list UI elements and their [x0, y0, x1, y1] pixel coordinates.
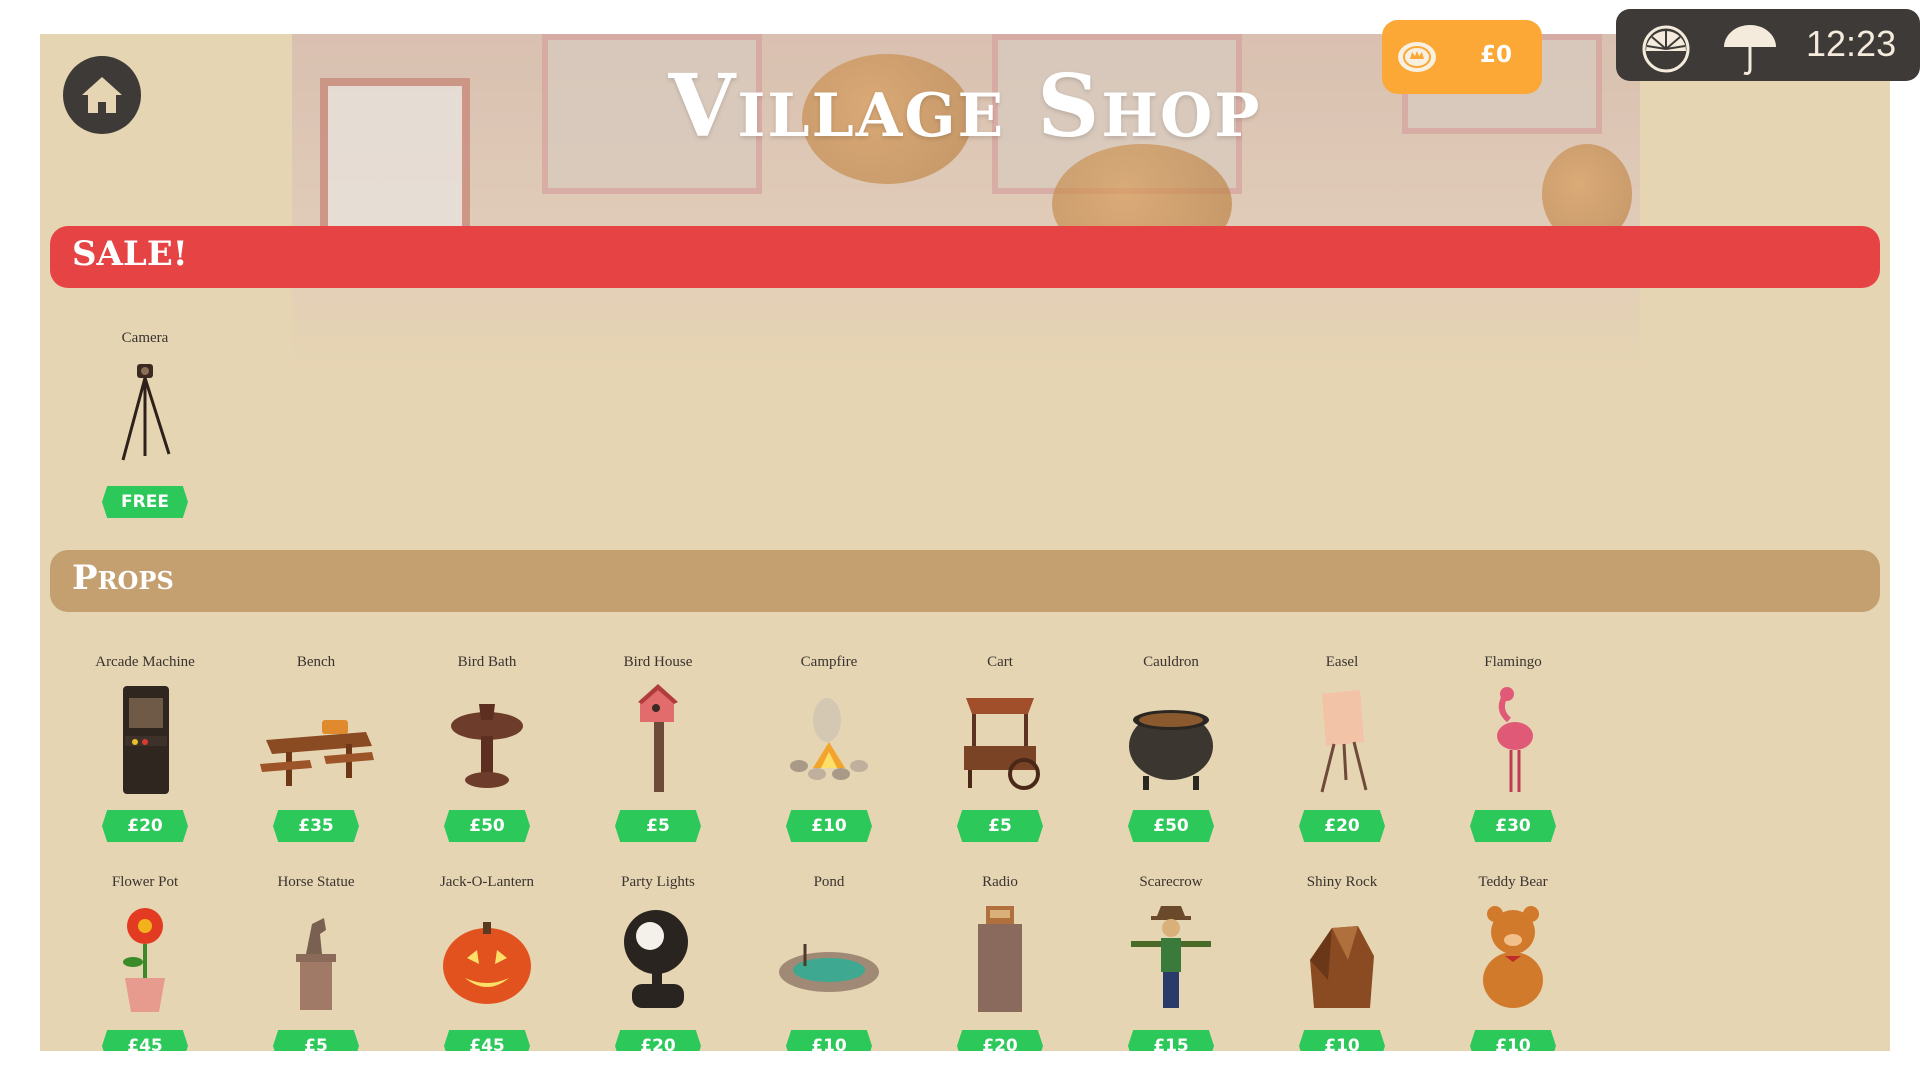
bird-bath-icon	[451, 704, 523, 788]
shop-item-cauldron[interactable]: Cauldron £50	[1096, 654, 1246, 842]
price-tag: £20	[957, 1030, 1043, 1051]
campfire-icon	[790, 698, 868, 780]
item-name: Jack-O-Lantern	[439, 874, 535, 890]
shop-item-shiny-rock[interactable]: Shiny Rock £10	[1267, 874, 1417, 1051]
price-tag: £10	[1299, 1030, 1385, 1051]
coin-balance[interactable]: £0	[1382, 20, 1542, 94]
price-tag: £5	[957, 810, 1043, 842]
price-tag: FREE	[102, 486, 188, 518]
item-name: Easel	[1325, 654, 1359, 670]
shop-item-radio[interactable]: Radio £20	[925, 874, 1075, 1051]
item-name: Scarecrow	[1139, 874, 1203, 890]
horse-statue-icon	[296, 918, 336, 1010]
props-section-label: Props	[72, 558, 174, 598]
item-name: Campfire	[800, 654, 858, 670]
shop-item-arcade-machine[interactable]: Arcade Machine £20	[70, 654, 220, 842]
shop-item-jack-o-lantern[interactable]: Jack-O-Lantern £45	[412, 874, 562, 1051]
price-tag: £15	[1128, 1030, 1214, 1051]
shop-item-campfire[interactable]: Campfire £10	[754, 654, 904, 842]
shiny-rock-icon	[1310, 926, 1374, 1008]
price-tag: £50	[1128, 810, 1214, 842]
shop-item-flamingo[interactable]: Flamingo £30	[1438, 654, 1588, 842]
item-name: Bird Bath	[457, 654, 517, 670]
clock-time: 12:23	[1806, 23, 1897, 64]
price-tag: £20	[1299, 810, 1385, 842]
pond-icon	[779, 944, 879, 992]
game-viewport: Village Shop SALE! Camera FREE Props Arc…	[40, 34, 1890, 1051]
shop-item-easel[interactable]: Easel £20	[1267, 654, 1417, 842]
item-name: Party Lights	[621, 874, 695, 890]
props-section-header: Props	[50, 550, 1880, 612]
item-name: Bird House	[623, 654, 693, 670]
jack-o-lantern-icon	[443, 922, 531, 1004]
bird-house-icon	[638, 684, 678, 792]
item-name: Shiny Rock	[1306, 874, 1378, 890]
item-name: Camera	[121, 330, 169, 346]
price-tag: £45	[102, 1030, 188, 1051]
arcade-machine-icon	[123, 686, 169, 794]
easel-icon	[1320, 690, 1368, 793]
item-name: Horse Statue	[277, 874, 355, 890]
shop-item-horse-statue[interactable]: Horse Statue £5	[241, 874, 391, 1051]
shop-item-cart[interactable]: Cart £5	[925, 654, 1075, 842]
flamingo-icon	[1497, 687, 1533, 792]
shop-item-bird-bath[interactable]: Bird Bath £50	[412, 654, 562, 842]
price-tag: £10	[786, 1030, 872, 1051]
shop-item-teddy-bear[interactable]: Teddy Bear £10	[1438, 874, 1588, 1051]
coin-icon	[1398, 42, 1436, 72]
item-name: Radio	[982, 874, 1018, 890]
bench-icon	[260, 720, 374, 786]
price-tag: £20	[102, 810, 188, 842]
price-tag: £10	[1470, 1030, 1556, 1051]
item-name: Teddy Bear	[1478, 874, 1548, 890]
page-title: Village Shop	[668, 56, 1262, 157]
shop-item-camera[interactable]: Camera FREE	[70, 330, 220, 518]
price-tag: £5	[273, 1030, 359, 1051]
item-name: Cart	[987, 654, 1013, 670]
shop-item-scarecrow[interactable]: Scarecrow £15	[1096, 874, 1246, 1051]
flower-pot-icon	[123, 908, 165, 1012]
cart-icon	[964, 698, 1040, 790]
price-tag: £10	[786, 810, 872, 842]
umbrella-icon	[1724, 25, 1776, 75]
price-tag: £30	[1470, 810, 1556, 842]
item-name: Flamingo	[1484, 654, 1542, 670]
cauldron-icon	[1129, 710, 1213, 790]
price-tag: £45	[444, 1030, 530, 1051]
party-lights-icon	[624, 910, 688, 1008]
radio-icon	[978, 906, 1022, 1012]
price-tag: £5	[615, 810, 701, 842]
price-tag: £50	[444, 810, 530, 842]
shop-item-flower-pot[interactable]: Flower Pot £45	[70, 874, 220, 1051]
item-name: Bench	[296, 654, 336, 670]
sun-icon	[1642, 25, 1690, 73]
price-tag: £35	[273, 810, 359, 842]
camera-icon	[121, 364, 171, 461]
sale-section-header: SALE!	[50, 226, 1880, 288]
coin-amount: £0	[1480, 42, 1513, 68]
price-tag: £20	[615, 1030, 701, 1051]
shop-item-bird-house[interactable]: Bird House £5	[583, 654, 733, 842]
item-name: Cauldron	[1143, 654, 1199, 670]
item-name: Arcade Machine	[95, 654, 195, 670]
teddy-bear-icon	[1483, 906, 1543, 1008]
scarecrow-icon	[1131, 906, 1211, 1008]
shop-item-bench[interactable]: Bench £35	[241, 654, 391, 842]
item-name: Flower Pot	[111, 874, 179, 890]
shop-item-party-lights[interactable]: Party Lights £20	[583, 874, 733, 1051]
sale-section-label: SALE!	[72, 234, 188, 274]
shop-item-pond[interactable]: Pond £10	[754, 874, 904, 1051]
item-name: Pond	[813, 874, 845, 890]
status-hud: 12:23	[1616, 9, 1920, 81]
